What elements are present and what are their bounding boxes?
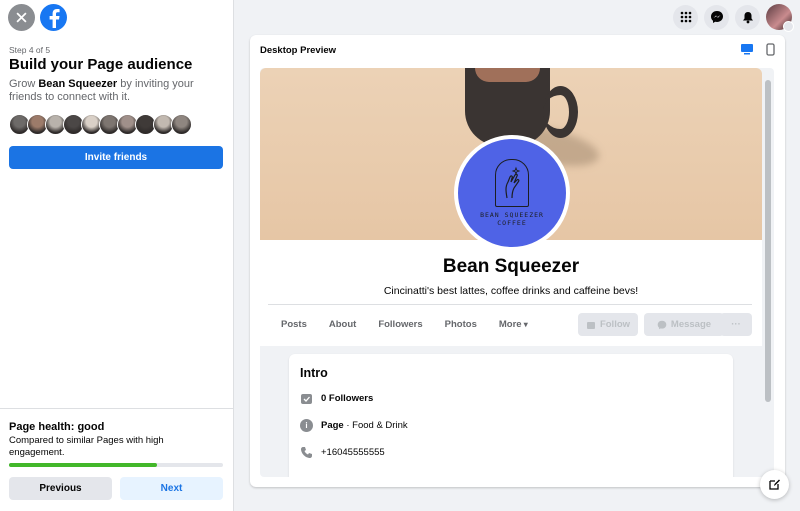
intro-title: Intro bbox=[300, 366, 328, 380]
message-label: Message bbox=[670, 319, 712, 330]
category-text: Page · Food & Drink bbox=[321, 420, 408, 431]
category-value: · Food & Drink bbox=[343, 420, 408, 431]
tab-followers[interactable]: Followers bbox=[378, 319, 422, 330]
page-tabs: Posts About Followers Photos More bbox=[281, 319, 550, 330]
previous-button[interactable]: Previous bbox=[9, 477, 112, 500]
coffee-hand-logo-icon bbox=[495, 159, 529, 207]
messenger-icon bbox=[710, 11, 723, 23]
health-progress-fill bbox=[9, 463, 157, 467]
menu-button[interactable] bbox=[673, 4, 698, 30]
health-description: Compared to similar Pages with high enga… bbox=[9, 435, 164, 458]
next-button[interactable]: Next bbox=[120, 477, 223, 500]
friend-avatars bbox=[9, 114, 192, 135]
messenger-icon bbox=[657, 320, 667, 329]
compose-icon bbox=[769, 479, 780, 490]
follow-button[interactable]: Follow bbox=[578, 313, 638, 336]
close-button[interactable] bbox=[8, 4, 35, 31]
desc-prefix: Grow bbox=[9, 78, 39, 90]
profile-picture: BEAN SQUEEZER COFFEE bbox=[454, 135, 570, 251]
logo-line-2: COFFEE bbox=[497, 219, 527, 227]
preview-device-toggle bbox=[740, 43, 775, 56]
preview-title: Desktop Preview bbox=[260, 45, 337, 56]
page-health-panel: Page health: good Compared to similar Pa… bbox=[0, 408, 233, 511]
more-options-button[interactable]: ··· bbox=[720, 313, 752, 336]
phone-number: +16045555555 bbox=[321, 447, 385, 458]
messenger-button[interactable] bbox=[704, 4, 729, 30]
health-title: Page health: good bbox=[9, 421, 105, 433]
tab-posts[interactable]: Posts bbox=[281, 319, 307, 330]
info-icon: i bbox=[300, 419, 313, 432]
tabs-divider bbox=[268, 304, 752, 305]
close-icon bbox=[16, 12, 27, 23]
setup-sidebar: Step 4 of 5 Build your Page audience Gro… bbox=[0, 0, 234, 511]
health-progress-bar bbox=[9, 463, 223, 467]
follow-label: Follow bbox=[599, 319, 631, 330]
logo-line-1: BEAN SQUEEZER bbox=[480, 211, 544, 219]
preview-card: Desktop Preview BEAN SQUEEZER COFFEE Bean… bbox=[250, 35, 785, 487]
tab-photos[interactable]: Photos bbox=[445, 319, 477, 330]
coffee-surface bbox=[475, 68, 540, 82]
top-buttons bbox=[8, 4, 67, 31]
account-avatar[interactable] bbox=[766, 4, 794, 32]
category-label: Page bbox=[321, 420, 344, 431]
bell-icon bbox=[742, 11, 753, 23]
phone-icon bbox=[301, 447, 312, 458]
facebook-logo-icon[interactable] bbox=[40, 4, 67, 31]
message-button[interactable]: Message bbox=[644, 313, 724, 336]
preview-frame: BEAN SQUEEZER COFFEE Bean Squeezer Cincin… bbox=[260, 68, 774, 477]
followers-icon bbox=[301, 394, 312, 404]
audience-description: Grow Bean Squeezer by inviting your frie… bbox=[9, 78, 219, 104]
profile-logo-text: BEAN SQUEEZER COFFEE bbox=[480, 211, 544, 227]
follow-icon bbox=[586, 321, 595, 329]
followers-count: 0 Followers bbox=[321, 393, 374, 404]
invite-friends-button[interactable]: Invite friends bbox=[9, 146, 223, 169]
grid-menu-icon bbox=[680, 11, 691, 23]
notifications-button[interactable] bbox=[735, 4, 760, 30]
followers-row: 0 Followers bbox=[300, 392, 373, 405]
desktop-icon[interactable] bbox=[740, 43, 754, 55]
mobile-icon[interactable] bbox=[766, 43, 775, 56]
page-title: Build your Page audience bbox=[9, 56, 193, 73]
compose-button[interactable] bbox=[760, 470, 789, 499]
category-row: i Page · Food & Drink bbox=[300, 419, 408, 432]
desc-page-name: Bean Squeezer bbox=[38, 78, 118, 90]
tab-more[interactable]: More bbox=[499, 319, 528, 330]
tab-about[interactable]: About bbox=[329, 319, 356, 330]
page-name: Bean Squeezer bbox=[442, 256, 580, 277]
header-actions bbox=[673, 4, 794, 32]
step-indicator: Step 4 of 5 bbox=[9, 45, 51, 55]
friend-avatar bbox=[171, 114, 192, 135]
intro-card: Intro 0 Followers i Page · Food & Drink … bbox=[289, 354, 733, 477]
preview-scrollbar[interactable] bbox=[765, 80, 771, 402]
phone-row: +16045555555 bbox=[300, 446, 385, 459]
page-bio: Cincinatti's best lattes, coffee drinks … bbox=[383, 285, 639, 297]
